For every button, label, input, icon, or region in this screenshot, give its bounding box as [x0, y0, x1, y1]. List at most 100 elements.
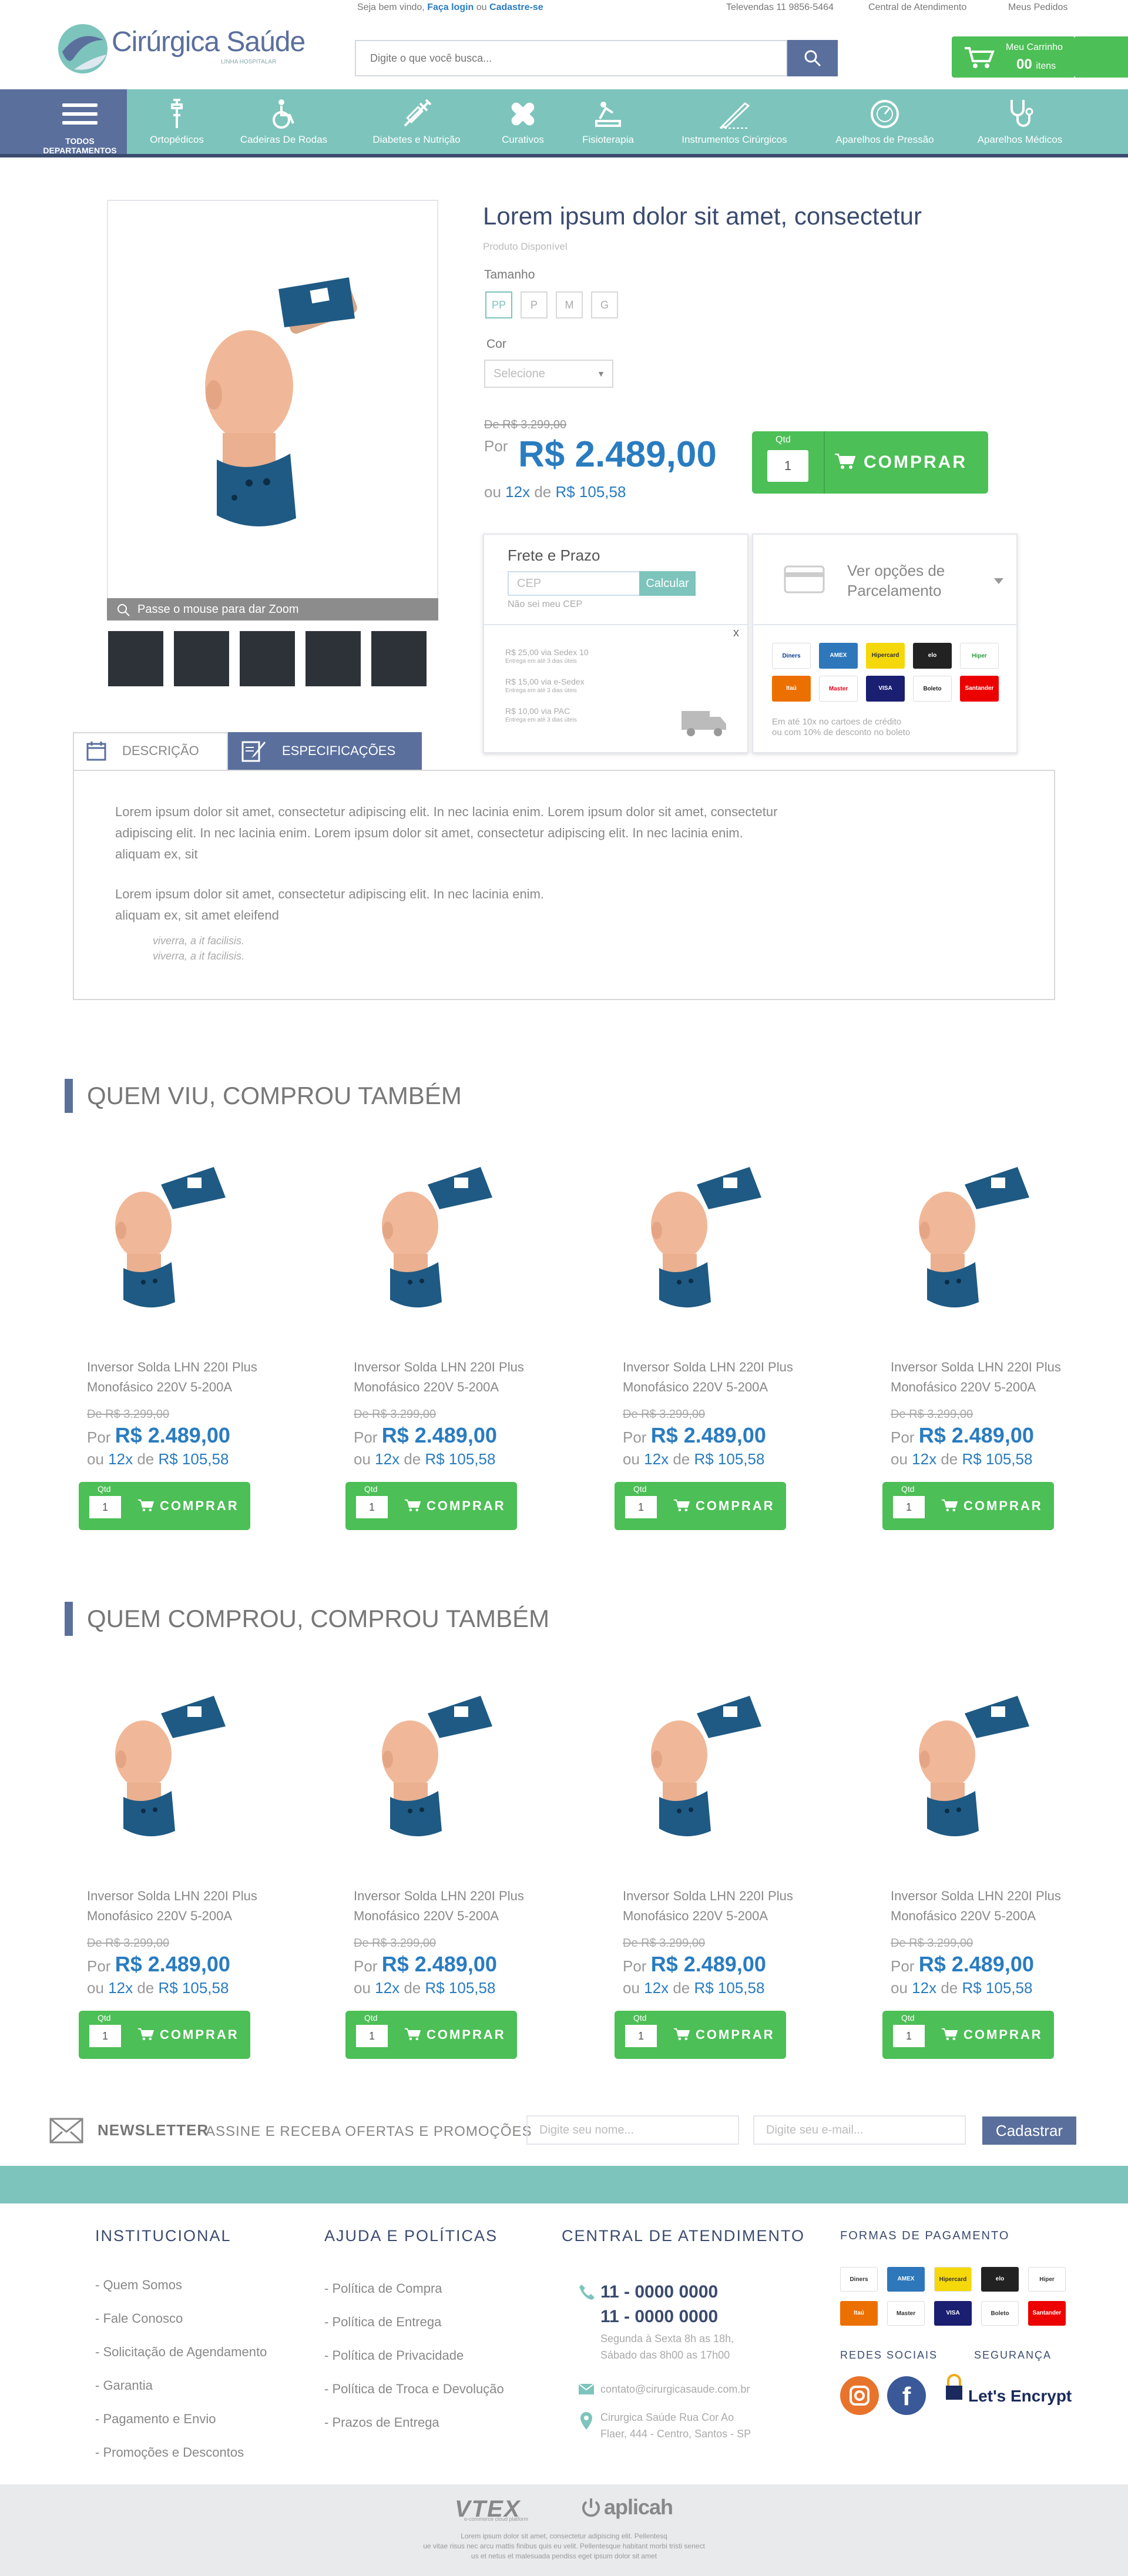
product-card[interactable]: Inversor Solda LHN 220I Plus Monofásico … — [79, 1143, 273, 1531]
product-card-image[interactable] — [345, 1672, 539, 1866]
facebook-icon[interactable]: f — [887, 2376, 926, 2415]
product-card-image[interactable] — [882, 1143, 1076, 1337]
qty-input[interactable]: 1 — [625, 1496, 657, 1518]
color-select[interactable]: Selecione ▼ — [484, 360, 613, 388]
thumbnail[interactable] — [306, 631, 361, 686]
nav-item-instrumentos[interactable]: Instrumentos Cirúrgicos — [658, 89, 811, 157]
product-card-name[interactable]: Inversor Solda LHN 220I Plus Monofásico … — [87, 1886, 269, 1926]
cart-button[interactable]: Meu Carrinho 00 itens — [952, 36, 1075, 78]
all-departments-button[interactable]: TODOS DEPARTAMENTOS — [33, 89, 127, 157]
product-image[interactable] — [107, 200, 438, 599]
footer-link[interactable]: - Política de Privacidade — [324, 2348, 464, 2363]
login-link[interactable]: Faça login — [427, 2, 474, 12]
nav-item-cadeiras[interactable]: Cadeiras De Rodas — [228, 89, 340, 157]
nav-item-ortopedicos[interactable]: Ortopédicos — [139, 89, 215, 157]
footer-link[interactable]: - Garantia — [95, 2378, 153, 2393]
product-card-name[interactable]: Inversor Solda LHN 220I Plus Monofásico … — [623, 1357, 805, 1397]
footer-link[interactable]: - Promoções e Descontos — [95, 2445, 244, 2460]
product-card-buy-button[interactable]: Qtd 1 COMPRAR — [79, 2011, 250, 2059]
product-card[interactable]: Inversor Solda LHN 220I Plus Monofásico … — [345, 1143, 539, 1531]
product-card[interactable]: Inversor Solda LHN 220I Plus Monofásico … — [615, 1672, 808, 2060]
qty-label: Qtd — [901, 2013, 915, 2022]
product-card-image[interactable] — [79, 1672, 273, 1866]
footer-link[interactable]: - Política de Compra — [324, 2281, 442, 2296]
product-card-image[interactable] — [79, 1143, 273, 1337]
product-card-old-price: De R$ 3.299,00 — [87, 1937, 170, 1950]
search-input[interactable] — [356, 41, 786, 75]
product-card-name[interactable]: Inversor Solda LHN 220I Plus Monofásico … — [891, 1886, 1073, 1926]
product-card-image[interactable] — [882, 1672, 1076, 1866]
register-link[interactable]: Cadastre-se — [489, 2, 543, 12]
close-icon[interactable]: x — [733, 626, 739, 640]
search-button[interactable] — [787, 40, 838, 76]
size-option-p[interactable]: P — [521, 291, 548, 318]
footer-link[interactable]: - Política de Troca e Devolução — [324, 2382, 504, 2397]
nav-item-diabetes[interactable]: Diabetes e Nutrição — [355, 89, 478, 157]
nav-item-fisioterapia[interactable]: Fisioterapia — [570, 89, 646, 157]
newsletter-submit-button[interactable]: Cadastrar — [982, 2117, 1076, 2145]
thumbnail[interactable] — [108, 631, 163, 686]
thumbnail[interactable] — [174, 631, 229, 686]
calculate-button[interactable]: Calcular — [639, 571, 696, 596]
footer-link[interactable]: - Pagamento e Envio — [95, 2411, 216, 2427]
qty-input[interactable]: 1 — [767, 450, 808, 482]
qty-input[interactable]: 1 — [893, 2025, 925, 2047]
footer-link[interactable]: - Quem Somos — [95, 2278, 182, 2293]
cep-input[interactable]: CEP — [508, 571, 640, 596]
product-card[interactable]: Inversor Solda LHN 220I Plus Monofásico … — [345, 1672, 539, 2060]
product-card-name[interactable]: Inversor Solda LHN 220I Plus Monofásico … — [354, 1357, 536, 1397]
newsletter-name-input[interactable]: Digite seu nome... — [526, 2115, 739, 2145]
footer-email[interactable]: contato@cirurgicasaude.com.br — [600, 2381, 750, 2397]
product-card[interactable]: Inversor Solda LHN 220I Plus Monofásico … — [615, 1143, 808, 1531]
qty-input[interactable]: 1 — [893, 1496, 925, 1518]
cart-icon — [137, 2028, 154, 2041]
support-link[interactable]: Central de Atendimento — [868, 2, 966, 13]
logo-text[interactable]: Cirúrgica Saúde — [112, 26, 306, 58]
logo-icon[interactable] — [56, 22, 109, 75]
product-card-buy-button[interactable]: Qtd 1 COMPRAR — [882, 1482, 1054, 1530]
nav-item-curativos[interactable]: Curativos — [488, 89, 558, 157]
dont-know-cep-link[interactable]: Não sei meu CEP — [508, 599, 582, 610]
qty-input[interactable]: 1 — [356, 1496, 388, 1518]
size-option-g[interactable]: G — [591, 291, 618, 318]
newsletter-email-input[interactable]: Digite seu e-mail... — [753, 2115, 966, 2145]
product-card[interactable]: Inversor Solda LHN 220I Plus Monofásico … — [882, 1672, 1076, 2060]
buy-button[interactable]: Qtd 1 COMPRAR — [752, 431, 988, 494]
product-card-buy-button[interactable]: Qtd 1 COMPRAR — [882, 2011, 1054, 2059]
instagram-icon[interactable] — [840, 2376, 879, 2415]
product-card-image[interactable] — [615, 1143, 808, 1337]
footer-link[interactable]: - Política de Entrega — [324, 2315, 441, 2330]
product-card-name[interactable]: Inversor Solda LHN 220I Plus Monofásico … — [891, 1357, 1073, 1397]
tab-description[interactable]: DESCRIÇÃO — [73, 732, 228, 770]
product-card-name[interactable]: Inversor Solda LHN 220I Plus Monofásico … — [623, 1886, 805, 1926]
product-card-image[interactable] — [345, 1143, 539, 1337]
size-option-m[interactable]: M — [556, 291, 583, 318]
footer-link[interactable]: - Solicitação de Agendamento — [95, 2344, 267, 2360]
nav-item-pressao[interactable]: Aparelhos de Pressão — [819, 89, 951, 157]
search-box[interactable] — [355, 40, 787, 76]
thumbnail[interactable] — [371, 631, 427, 686]
qty-input[interactable]: 1 — [89, 2025, 121, 2047]
product-card-buy-button[interactable]: Qtd 1 COMPRAR — [345, 2011, 517, 2059]
footer-link[interactable]: - Prazos de Entrega — [324, 2415, 439, 2430]
footer-link[interactable]: - Fale Conosco — [95, 2311, 183, 2326]
qty-input[interactable]: 1 — [89, 1496, 121, 1518]
tab-specifications[interactable]: ESPECIFICAÇÕES — [228, 732, 422, 770]
product-card-name[interactable]: Inversor Solda LHN 220I Plus Monofásico … — [354, 1886, 536, 1926]
thumbnail[interactable] — [240, 631, 295, 686]
nav-item-medicos[interactable]: Aparelhos Médicos — [961, 89, 1079, 157]
size-option-pp[interactable]: PP — [485, 291, 512, 318]
product-card[interactable]: Inversor Solda LHN 220I Plus Monofásico … — [882, 1143, 1076, 1531]
product-card-buy-button[interactable]: Qtd 1 COMPRAR — [615, 1482, 786, 1530]
installments-panel[interactable]: Ver opções de Parcelamento Diners AMEX Hi… — [752, 534, 1018, 753]
product-card-name[interactable]: Inversor Solda LHN 220I Plus Monofásico … — [87, 1357, 269, 1397]
zoom-hint: Passe o mouse para dar Zoom — [107, 598, 438, 620]
orders-link[interactable]: Meus Pedidos — [1008, 2, 1067, 13]
product-card-buy-button[interactable]: Qtd 1 COMPRAR — [615, 2011, 786, 2059]
product-card-buy-button[interactable]: Qtd 1 COMPRAR — [345, 1482, 517, 1530]
qty-input[interactable]: 1 — [356, 2025, 388, 2047]
product-card-buy-button[interactable]: Qtd 1 COMPRAR — [79, 1482, 250, 1530]
product-card-image[interactable] — [615, 1672, 808, 1866]
qty-input[interactable]: 1 — [625, 2025, 657, 2047]
product-card[interactable]: Inversor Solda LHN 220I Plus Monofásico … — [79, 1672, 273, 2060]
